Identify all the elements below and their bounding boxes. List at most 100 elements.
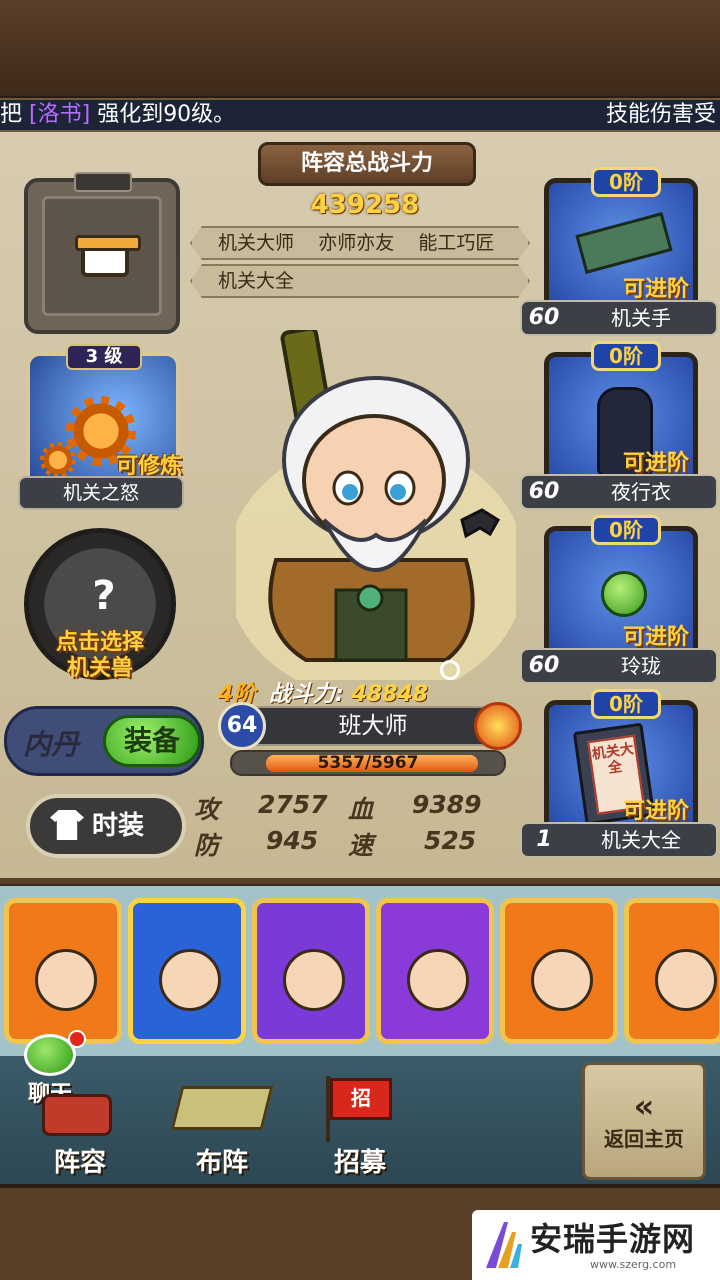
skill-level-badge: 3 级 <box>66 344 142 370</box>
equip-level: 60 <box>528 305 560 330</box>
equip-name: 玲珑 <box>621 654 661 678</box>
roster-hero-portrait[interactable] <box>500 898 618 1044</box>
nav-formation-label: 布阵 <box>195 1148 248 1178</box>
stat-attack-value: 2757 <box>258 790 328 819</box>
hero-face <box>159 949 221 1011</box>
announcement-marquee: 把 [洛书] 强化到90级。 技能伤害受 <box>0 98 720 132</box>
board-icon <box>170 1086 274 1130</box>
inner-core-label: 内丹 <box>23 728 80 761</box>
nav-lineup[interactable]: 阵容 <box>30 1090 130 1180</box>
hero-name-bar: 班大师 <box>246 706 500 746</box>
game-screen: 把 [洛书] 强化到90级。 技能伤害受 阵容总战斗力 439258 机关大师 … <box>0 0 720 1280</box>
skill-level-unit: 级 <box>104 346 123 367</box>
nav-lineup-label: 阵容 <box>53 1148 106 1178</box>
question-mark-icon: ? <box>92 573 116 619</box>
roster-hero-portrait[interactable] <box>128 898 246 1044</box>
equip-bar-mech-book: 1 机关大全 <box>520 822 718 858</box>
equip-name: 夜行衣 <box>611 480 671 504</box>
marquee-suffix: 强化到90级。 <box>97 102 236 127</box>
equip-advance-label: 可进阶 <box>622 625 689 650</box>
beast-prompt-line-1: 点击选择 <box>55 630 144 655</box>
roster-hero-portrait[interactable] <box>624 898 720 1044</box>
hero-exp-bar: 5357/5967 <box>230 750 506 776</box>
hero-power-value: 48848 <box>351 682 429 707</box>
fate-tags-row-2[interactable]: 机关大全 <box>190 264 530 298</box>
fate-tag: 能工巧匠 <box>418 232 495 254</box>
fashion-button[interactable]: 时装 <box>26 794 186 858</box>
hero-face <box>655 949 717 1011</box>
hero-face <box>407 949 469 1011</box>
equip-stage-badge: 0阶 <box>591 167 661 197</box>
equip-stage-badge: 0阶 <box>591 515 661 545</box>
site-url: www.szerg.com <box>590 1258 677 1271</box>
roster-hero-portrait[interactable] <box>252 898 370 1044</box>
equip-name: 机关手 <box>611 306 671 330</box>
roster-hero-portrait[interactable] <box>376 898 494 1044</box>
linglong-icon <box>601 571 647 617</box>
stat-defense-key: 防 <box>194 831 220 860</box>
site-logo-icon <box>486 1222 522 1268</box>
stat-hp-key: 血 <box>348 795 374 824</box>
fate-tag: 机关大全 <box>218 270 295 292</box>
equip-advance-label: 可进阶 <box>622 799 689 824</box>
shirt-icon <box>50 810 84 840</box>
equip-stage-badge: 0阶 <box>591 341 661 371</box>
hero-face <box>283 949 345 1011</box>
armor-icon <box>42 1094 112 1136</box>
hero-portrait[interactable] <box>236 330 516 680</box>
total-power-banner: 阵容总战斗力 <box>258 142 476 186</box>
notification-dot <box>68 1030 86 1048</box>
site-watermark: 安瑞手游网 www.szerg.com <box>472 1210 720 1280</box>
nav-recruit[interactable]: 招 招募 <box>310 1070 410 1180</box>
equip-advance-label: 可进阶 <box>622 277 689 302</box>
equip-level: 1 <box>536 827 552 852</box>
recruit-flag-icon: 招 <box>330 1078 392 1120</box>
equip-bar-mech-hand: 60 机关手 <box>520 300 718 336</box>
hero-face <box>531 949 593 1011</box>
fashion-label: 时装 <box>92 811 145 841</box>
exp-bar-text: 5357/5967 <box>317 753 419 773</box>
beast-prompt[interactable]: 点击选择 机关兽 <box>20 630 180 682</box>
empty-treasure-slot[interactable] <box>24 172 180 334</box>
fate-tag: 机关大师 <box>218 232 295 254</box>
equip-level: 60 <box>528 653 560 678</box>
hero-face <box>35 949 97 1011</box>
equip-bar-night-clothes: 60 夜行衣 <box>520 474 718 510</box>
stat-hp-value: 9389 <box>412 790 482 819</box>
hero-level-badge: 64 <box>218 702 266 750</box>
roster-hero-portrait[interactable] <box>4 898 122 1044</box>
equip-button[interactable]: 装备 <box>103 715 201 767</box>
hero-stats: 攻 2757 血 9389 防 945 速 525 <box>178 790 512 862</box>
stat-defense-value: 945 <box>266 826 319 855</box>
treasure-box-icon <box>75 235 141 277</box>
top-wood-frame <box>0 0 720 100</box>
site-title: 安瑞手游网 <box>530 1220 696 1258</box>
beast-prompt-line-2: 机关兽 <box>66 656 133 681</box>
double-chevron-left-icon: « <box>633 1087 655 1125</box>
fate-tag: 亦师亦友 <box>318 232 395 254</box>
total-power-value: 439258 <box>310 190 420 220</box>
return-home-button[interactable]: « 返回主页 <box>582 1062 706 1180</box>
stat-speed-key: 速 <box>348 831 374 860</box>
equip-level: 60 <box>528 479 560 504</box>
slot-tab <box>74 172 132 192</box>
nav-recruit-label: 招募 <box>333 1148 386 1178</box>
mech-hand-icon <box>575 212 673 274</box>
skill-level-number: 3 <box>85 346 99 367</box>
equip-bar-linglong: 60 玲珑 <box>520 648 718 684</box>
equip-stage-badge: 0阶 <box>591 689 661 719</box>
gear-icon <box>40 442 76 478</box>
fate-tags-row-1[interactable]: 机关大师 亦师亦友 能工巧匠 <box>190 226 530 260</box>
stat-attack-key: 攻 <box>194 795 220 824</box>
slot-inner <box>42 196 162 316</box>
zoom-icon[interactable] <box>440 660 460 680</box>
marquee-highlight: [洛书] <box>29 102 91 127</box>
marquee-prefix: 把 <box>0 102 23 127</box>
hero-power-label: 战斗力: <box>268 682 344 707</box>
weapon-icon[interactable] <box>474 702 522 750</box>
inner-core-panel: 内丹 装备 <box>4 706 204 776</box>
nav-formation[interactable]: 布阵 <box>170 1080 274 1180</box>
equip-advance-label: 可进阶 <box>622 451 689 476</box>
skill-name-bar: 机关之怒 <box>18 476 184 510</box>
marquee-right-text: 技能伤害受 <box>605 102 716 127</box>
